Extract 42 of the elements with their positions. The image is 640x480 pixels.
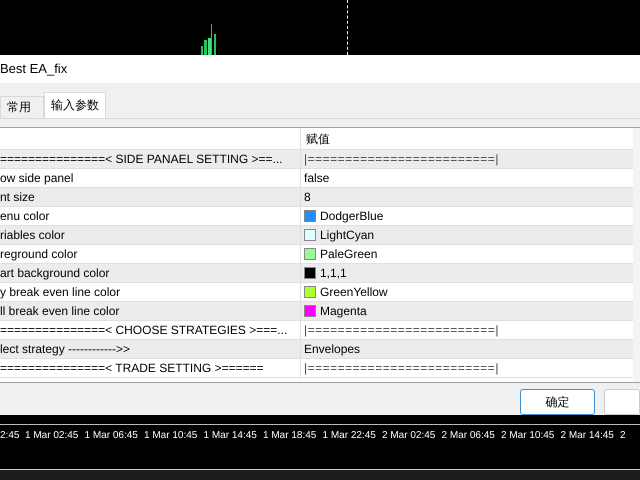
time-label: 1 Mar 14:45 [202, 429, 258, 443]
time-label: 1 Mar 22:45 [322, 429, 377, 443]
time-label: 2:45 [0, 429, 20, 443]
parameter-value[interactable]: |=========================| [304, 150, 499, 168]
parameter-name: ow side panel [0, 168, 301, 187]
parameter-value[interactable]: DodgerBlue [320, 206, 384, 225]
time-label: 1 Mar 18:45 [262, 429, 318, 443]
time-label: 1 Mar 02:45 [24, 429, 80, 443]
tab[interactable]: 输入参数 [44, 92, 106, 118]
parameter-name: enu color [0, 206, 301, 225]
time-label: 2 Mar 02:45 [381, 429, 436, 443]
parameter-value[interactable]: 8 [304, 188, 311, 206]
parameter-name: art background color [0, 264, 301, 282]
window-title: Best EA_fix [0, 60, 68, 78]
parameter-value[interactable]: |=========================| [304, 320, 499, 339]
parameter-value[interactable]: GreenYellow [320, 282, 388, 301]
parameter-name: riables color [0, 226, 301, 244]
parameter-name: nt size [0, 188, 301, 206]
parameter-value[interactable]: PaleGreen [320, 244, 378, 263]
column-header: 赋值 [305, 130, 330, 148]
time-label: 2 Mar 14:45 [560, 429, 615, 443]
parameter-name: lect strategy ------------>> [0, 340, 301, 358]
parameter-value[interactable]: Envelopes [304, 340, 360, 358]
time-label: 1 Mar 06:45 [84, 429, 139, 443]
parameter-value[interactable]: false [304, 168, 330, 187]
parameter-value[interactable]: Magenta [320, 302, 367, 320]
tab[interactable]: 常用 [0, 96, 44, 118]
time-label: 1 Mar 10:45 [143, 429, 198, 443]
time-label: 2 Mar 06:45 [440, 429, 496, 443]
parameter-name: ll break even line color [0, 302, 301, 320]
ok-button[interactable]: 确定 [520, 389, 595, 415]
time-label: 2 Mar 10:45 [500, 429, 556, 443]
time-label: 2 [619, 429, 627, 443]
parameter-name: y break even line color [0, 282, 301, 301]
parameter-value[interactable]: 1,1,1 [320, 264, 347, 282]
parameter-name: ===============< SIDE PANAEL SETTING >==... [0, 150, 301, 168]
parameter-name: ===============< TRADE SETTING >====== [0, 358, 301, 377]
parameter-value[interactable]: |=========================| [304, 358, 499, 377]
candle-chart-drawing [200, 24, 218, 55]
parameter-name: reground color [0, 244, 301, 263]
parameter-name: ===============< CHOOSE STRATEGIES >===... [0, 320, 301, 339]
parameter-value[interactable]: LightCyan [320, 226, 374, 244]
